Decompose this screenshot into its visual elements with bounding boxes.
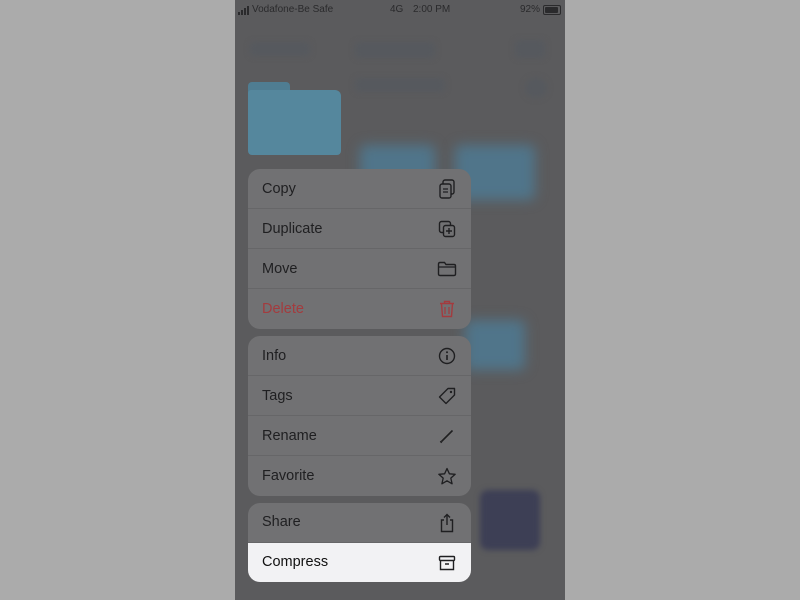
menu-item-label: Favorite — [262, 468, 315, 484]
menu-item-info[interactable]: Info — [248, 336, 471, 376]
selected-folder-icon — [248, 82, 341, 155]
menu-item-label: Info — [262, 348, 287, 364]
header-text-blurred — [355, 78, 445, 92]
phone-screen: Vodafone-Be Safe 4G 2:00 PM 92% Copy Dup… — [235, 0, 565, 600]
menu-item-label: Share — [262, 514, 301, 530]
menu-item-tags[interactable]: Tags — [248, 376, 471, 416]
menu-item-duplicate[interactable]: Duplicate — [248, 209, 471, 249]
header-icon-blurred — [525, 78, 547, 98]
menu-group-share: Share Compress — [248, 503, 471, 582]
menu-item-move[interactable]: Move — [248, 249, 471, 289]
clock: 2:00 PM — [413, 4, 451, 15]
menu-item-rename[interactable]: Rename — [248, 416, 471, 456]
network-type: 4G — [390, 4, 404, 15]
file-thumbnail-blurred — [480, 490, 540, 550]
context-menu: Copy Duplicate Move Delete Info Tags Ren… — [248, 169, 471, 582]
nav-back-blurred — [250, 42, 310, 56]
menu-group-details: Info Tags Rename Favorite — [248, 336, 471, 496]
battery-icon — [543, 5, 561, 15]
folder-blurred — [465, 320, 525, 370]
menu-item-favorite[interactable]: Favorite — [248, 456, 471, 496]
menu-item-compress[interactable]: Compress — [248, 542, 471, 582]
duplicate-icon — [437, 219, 457, 239]
menu-item-copy[interactable]: Copy — [248, 169, 471, 209]
info-icon — [437, 346, 457, 366]
menu-item-label: Rename — [262, 428, 317, 444]
archive-icon — [437, 553, 457, 573]
menu-group-file-actions: Copy Duplicate Move Delete — [248, 169, 471, 329]
menu-item-label: Duplicate — [262, 221, 323, 237]
pencil-icon — [437, 426, 457, 446]
menu-item-label: Copy — [262, 181, 296, 197]
nav-title-blurred — [355, 42, 435, 58]
folder-icon — [437, 259, 457, 279]
menu-item-label: Move — [262, 261, 298, 277]
share-icon — [437, 513, 457, 533]
menu-item-label: Delete — [262, 301, 304, 317]
carrier-info: Vodafone-Be Safe — [238, 0, 333, 20]
status-bar: Vodafone-Be Safe 4G 2:00 PM 92% — [235, 0, 565, 20]
battery-status: 92% — [520, 0, 561, 20]
star-icon — [437, 466, 457, 486]
battery-percent: 92% — [519, 4, 540, 15]
copy-icon — [437, 179, 457, 199]
menu-item-label: Compress — [262, 553, 329, 570]
carrier-name: Vodafone-Be Safe — [252, 4, 334, 15]
signal-icon — [238, 5, 249, 15]
menu-item-delete[interactable]: Delete — [248, 289, 471, 329]
menu-item-share[interactable]: Share — [248, 503, 471, 543]
trash-icon — [437, 299, 457, 319]
menu-item-label: Tags — [262, 388, 293, 404]
tag-icon — [437, 386, 457, 406]
nav-action-blurred — [515, 40, 545, 58]
